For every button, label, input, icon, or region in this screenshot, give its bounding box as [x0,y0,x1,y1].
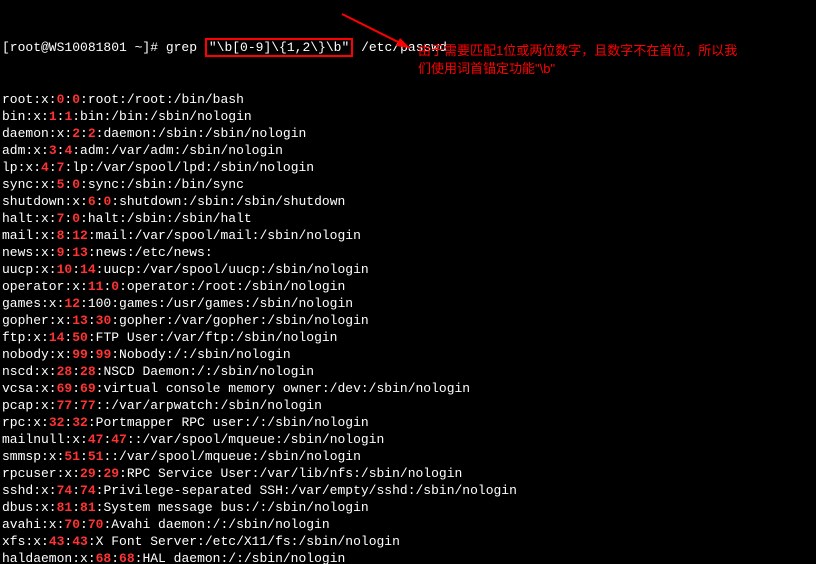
output-line: lp:x:4:7:lp:/var/spool/lpd:/sbin/nologin [2,159,814,176]
grep-match: 77 [80,398,96,413]
grep-match: 77 [57,398,73,413]
grep-match: 68 [96,551,112,564]
grep-match: 81 [80,500,96,515]
grep-match: 70 [88,517,104,532]
grep-match: 47 [88,432,104,447]
grep-match: 69 [57,381,73,396]
terminal-output: [root@WS10081801 ~]# grep "\b[0-9]\{1,2\… [0,0,816,564]
output-line: avahi:x:70:70:Avahi daemon:/:/sbin/nolog… [2,516,814,533]
grep-match: 81 [57,500,73,515]
grep-match: 99 [72,347,88,362]
output-line: mail:x:8:12:mail:/var/spool/mail:/sbin/n… [2,227,814,244]
grep-match: 51 [88,449,104,464]
output-line: smmsp:x:51:51::/var/spool/mqueue:/sbin/n… [2,448,814,465]
grep-match: 0 [111,279,119,294]
grep-match: 13 [72,313,88,328]
grep-match: 0 [72,211,80,226]
regex-pattern-highlight: "\b[0-9]\{1,2\}\b" [205,38,353,57]
grep-match: 29 [80,466,96,481]
annotation-text: 由于需要匹配1位或两位数字，且数字不在首位，所以我 们使用词首锚定功能"\b" [418,42,816,78]
grep-match: 28 [80,364,96,379]
output-line: rpc:x:32:32:Portmapper RPC user:/:/sbin/… [2,414,814,431]
grep-match: 43 [72,534,88,549]
output-line: bin:x:1:1:bin:/bin:/sbin/nologin [2,108,814,125]
grep-output-rows: root:x:0:0:root:/root:/bin/bashbin:x:1:1… [2,91,814,564]
grep-match: 32 [49,415,65,430]
output-line: uucp:x:10:14:uucp:/var/spool/uucp:/sbin/… [2,261,814,278]
output-line: rpcuser:x:29:29:RPC Service User:/var/li… [2,465,814,482]
output-line: root:x:0:0:root:/root:/bin/bash [2,91,814,108]
grep-match: 3 [49,143,57,158]
output-line: mailnull:x:47:47::/var/spool/mqueue:/sbi… [2,431,814,448]
output-line: games:x:12:100:games:/usr/games:/sbin/no… [2,295,814,312]
grep-match: 28 [57,364,73,379]
output-line: nobody:x:99:99:Nobody:/:/sbin/nologin [2,346,814,363]
output-line: pcap:x:77:77::/var/arpwatch:/sbin/nologi… [2,397,814,414]
output-line: operator:x:11:0:operator:/root:/sbin/nol… [2,278,814,295]
grep-match: 68 [119,551,135,564]
grep-match: 70 [64,517,80,532]
output-line: daemon:x:2:2:daemon:/sbin:/sbin/nologin [2,125,814,142]
output-line: sshd:x:74:74:Privilege-separated SSH:/va… [2,482,814,499]
output-line: vcsa:x:69:69:virtual console memory owne… [2,380,814,397]
output-line: haldaemon:x:68:68:HAL daemon:/:/sbin/nol… [2,550,814,564]
grep-match: 14 [80,262,96,277]
grep-match: 10 [57,262,73,277]
grep-match: 12 [72,228,88,243]
grep-match: 43 [49,534,65,549]
grep-match: 30 [96,313,112,328]
grep-match: 50 [72,330,88,345]
grep-match: 74 [80,483,96,498]
grep-match: 29 [103,466,119,481]
grep-match: 12 [64,296,80,311]
output-line: ftp:x:14:50:FTP User:/var/ftp:/sbin/nolo… [2,329,814,346]
grep-match: 1 [49,109,57,124]
output-line: halt:x:7:0:halt:/sbin:/sbin/halt [2,210,814,227]
output-line: gopher:x:13:30:gopher:/var/gopher:/sbin/… [2,312,814,329]
grep-match: 14 [49,330,65,345]
grep-match: 32 [72,415,88,430]
grep-match: 2 [88,126,96,141]
grep-match: 0 [72,92,80,107]
grep-match: 51 [64,449,80,464]
output-line: sync:x:5:0:sync:/sbin:/bin/sync [2,176,814,193]
output-line: nscd:x:28:28:NSCD Daemon:/:/sbin/nologin [2,363,814,380]
grep-match: 4 [41,160,49,175]
grep-match: 69 [80,381,96,396]
output-line: shutdown:x:6:0:shutdown:/sbin:/sbin/shut… [2,193,814,210]
output-line: dbus:x:81:81:System message bus:/:/sbin/… [2,499,814,516]
grep-match: 2 [72,126,80,141]
output-line: news:x:9:13:news:/etc/news: [2,244,814,261]
grep-match: 6 [88,194,96,209]
output-line: xfs:x:43:43:X Font Server:/etc/X11/fs:/s… [2,533,814,550]
grep-match: 11 [88,279,104,294]
grep-match: 74 [57,483,73,498]
grep-match: 47 [111,432,127,447]
grep-match: 99 [96,347,112,362]
grep-match: 13 [72,245,88,260]
output-line: adm:x:3:4:adm:/var/adm:/sbin/nologin [2,142,814,159]
shell-prompt: [root@WS10081801 ~]# grep [2,40,205,55]
grep-match: 0 [72,177,80,192]
